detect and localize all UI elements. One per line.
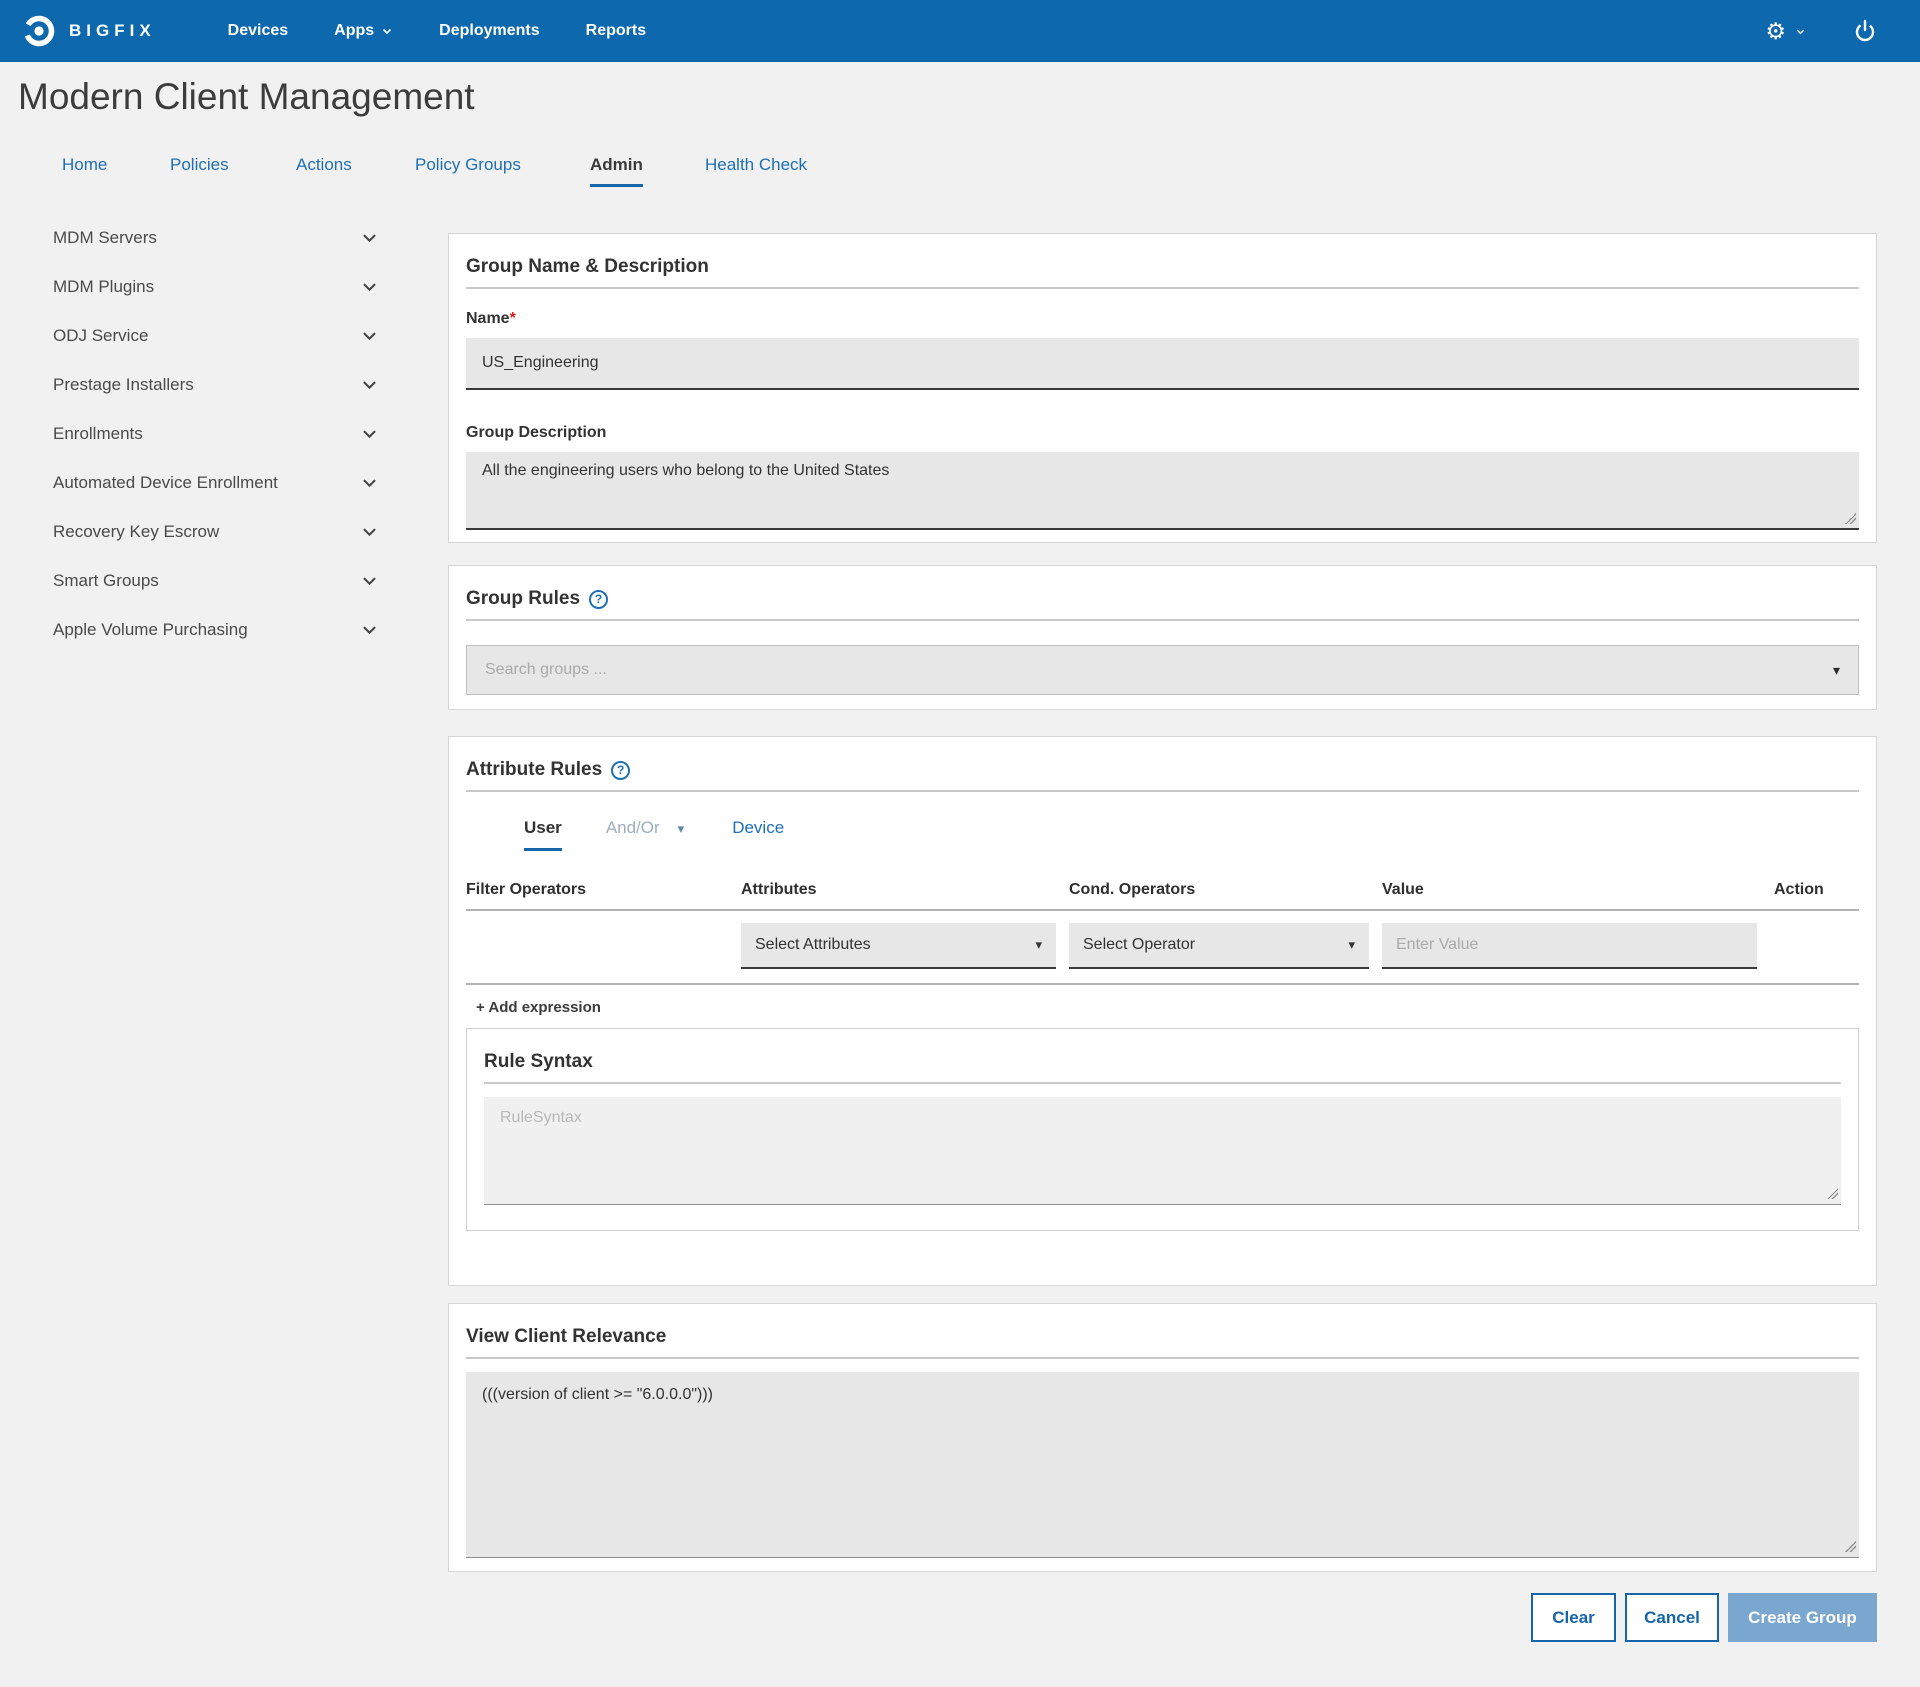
tab-device[interactable]: Device (732, 818, 784, 838)
required-asterisk: * (510, 310, 516, 327)
client-relevance-textarea[interactable]: (((version of client >= "6.0.0.0"))) (466, 1372, 1859, 1558)
chevron-down-icon (360, 571, 379, 590)
client-relevance-card: View Client Relevance (((version of clie… (448, 1303, 1877, 1572)
tab-policy-groups[interactable]: Policy Groups (415, 155, 526, 187)
chevron-down-icon (1795, 26, 1806, 37)
rule-syntax-card: Rule Syntax (466, 1028, 1859, 1231)
attribute-rule-tabs: User And/Or ▾ Device (466, 818, 1859, 851)
group-rules-title: Group Rules ? (466, 566, 1859, 610)
chevron-down-icon (381, 25, 393, 37)
col-filter-operators: Filter Operators (466, 881, 741, 899)
chevron-down-icon (360, 375, 379, 394)
add-expression-button[interactable]: + Add expression (466, 999, 601, 1016)
main-content: Group Name & Description Name* Group Des… (448, 233, 1877, 1642)
attribute-rules-title: Attribute Rules ? (466, 737, 1859, 781)
bigfix-logo-icon (22, 14, 56, 48)
tab-health-check[interactable]: Health Check (705, 155, 815, 187)
tab-actions[interactable]: Actions (296, 155, 355, 187)
chevron-down-icon (360, 473, 379, 492)
sidebar-item-mdm-plugins[interactable]: MDM Plugins (40, 262, 385, 311)
chevron-down-icon (360, 620, 379, 639)
admin-sidebar: MDM Servers MDM Plugins ODJ Service Pres… (40, 213, 385, 654)
bigfix-logo[interactable]: BIGFIX (22, 14, 156, 48)
group-name-input[interactable] (466, 338, 1859, 390)
resize-handle[interactable] (1845, 1541, 1856, 1552)
group-search-input[interactable] (485, 661, 1833, 679)
dropdown-caret-icon: ▾ (1035, 937, 1042, 953)
attribute-table-header: Filter Operators Attributes Cond. Operat… (466, 881, 1859, 911)
nav-item-deployments[interactable]: Deployments (439, 22, 539, 40)
sidebar-item-odj-service[interactable]: ODJ Service (40, 311, 385, 360)
chevron-down-icon (360, 277, 379, 296)
dropdown-caret-icon: ▾ (1348, 937, 1355, 953)
help-icon[interactable]: ? (611, 761, 630, 780)
chevron-down-icon (360, 326, 379, 345)
sidebar-item-automated-device-enrollment[interactable]: Automated Device Enrollment (40, 458, 385, 507)
value-input[interactable] (1382, 923, 1757, 969)
col-attributes: Attributes (741, 881, 1056, 899)
form-actions: Clear Cancel Create Group (448, 1593, 1877, 1642)
tab-policies[interactable]: Policies (170, 155, 232, 187)
col-action: Action (1774, 881, 1859, 899)
attribute-rule-row: Select Attributes ▾ Select Operator ▾ (466, 911, 1859, 985)
tab-admin[interactable]: Admin (590, 155, 643, 187)
nav-item-apps[interactable]: Apps (334, 22, 393, 40)
section-tabs: Home Policies Actions Policy Groups Admi… (62, 155, 815, 187)
divider (466, 287, 1859, 289)
sidebar-item-smart-groups[interactable]: Smart Groups (40, 556, 385, 605)
page-title: Modern Client Management (18, 76, 475, 118)
rule-syntax-title: Rule Syntax (484, 1029, 1841, 1073)
chevron-down-icon (360, 522, 379, 541)
chevron-down-icon (360, 228, 379, 247)
sidebar-item-enrollments[interactable]: Enrollments (40, 409, 385, 458)
power-icon[interactable] (1852, 18, 1878, 44)
create-group-button[interactable]: Create Group (1728, 1593, 1877, 1642)
group-card-title: Group Name & Description (466, 234, 1859, 278)
top-navbar: BIGFIX Devices Apps Deployments Reports … (0, 0, 1920, 62)
client-relevance-title: View Client Relevance (466, 1304, 1859, 1348)
nav-menu: Devices Apps Deployments Reports (182, 22, 646, 40)
select-operator-dropdown[interactable]: Select Operator ▾ (1069, 923, 1369, 969)
resize-handle[interactable] (1827, 1188, 1838, 1199)
clear-button[interactable]: Clear (1531, 1593, 1616, 1642)
tab-home[interactable]: Home (62, 155, 106, 187)
nav-item-reports[interactable]: Reports (586, 22, 646, 40)
settings-menu[interactable]: ⚙ (1765, 20, 1806, 43)
andor-caret-icon[interactable]: ▾ (678, 821, 685, 837)
col-cond-operators: Cond. Operators (1069, 881, 1369, 899)
divider (466, 790, 1859, 792)
col-value: Value (1382, 881, 1757, 899)
gear-icon: ⚙ (1765, 20, 1786, 43)
divider (466, 1357, 1859, 1359)
sidebar-item-prestage-installers[interactable]: Prestage Installers (40, 360, 385, 409)
group-rules-card: Group Rules ? ▾ (448, 565, 1877, 710)
brand-name: BIGFIX (69, 21, 156, 41)
dropdown-caret-icon[interactable]: ▾ (1833, 662, 1840, 679)
cancel-button[interactable]: Cancel (1625, 1593, 1719, 1642)
group-name-card: Group Name & Description Name* Group Des… (448, 233, 1877, 543)
group-description-textarea[interactable]: All the engineering users who belong to … (466, 452, 1859, 530)
attribute-rules-card: Attribute Rules ? User And/Or ▾ Device F… (448, 736, 1877, 1286)
select-attributes-dropdown[interactable]: Select Attributes ▾ (741, 923, 1056, 969)
divider (484, 1082, 1841, 1084)
help-icon[interactable]: ? (589, 590, 608, 609)
resize-handle[interactable] (1845, 513, 1856, 524)
chevron-down-icon (360, 424, 379, 443)
sidebar-item-recovery-key-escrow[interactable]: Recovery Key Escrow (40, 507, 385, 556)
rule-syntax-textarea[interactable] (484, 1097, 1841, 1205)
divider (466, 619, 1859, 621)
name-label: Name* (466, 310, 1859, 328)
andor-selector[interactable]: And/Or (606, 818, 660, 838)
group-search-dropdown[interactable]: ▾ (466, 645, 1859, 695)
sidebar-item-apple-volume-purchasing[interactable]: Apple Volume Purchasing (40, 605, 385, 654)
tab-user[interactable]: User (524, 818, 562, 851)
nav-item-devices[interactable]: Devices (228, 22, 289, 40)
nav-right-group: ⚙ (1765, 18, 1878, 44)
sidebar-item-mdm-servers[interactable]: MDM Servers (40, 213, 385, 262)
description-label: Group Description (466, 424, 1859, 442)
